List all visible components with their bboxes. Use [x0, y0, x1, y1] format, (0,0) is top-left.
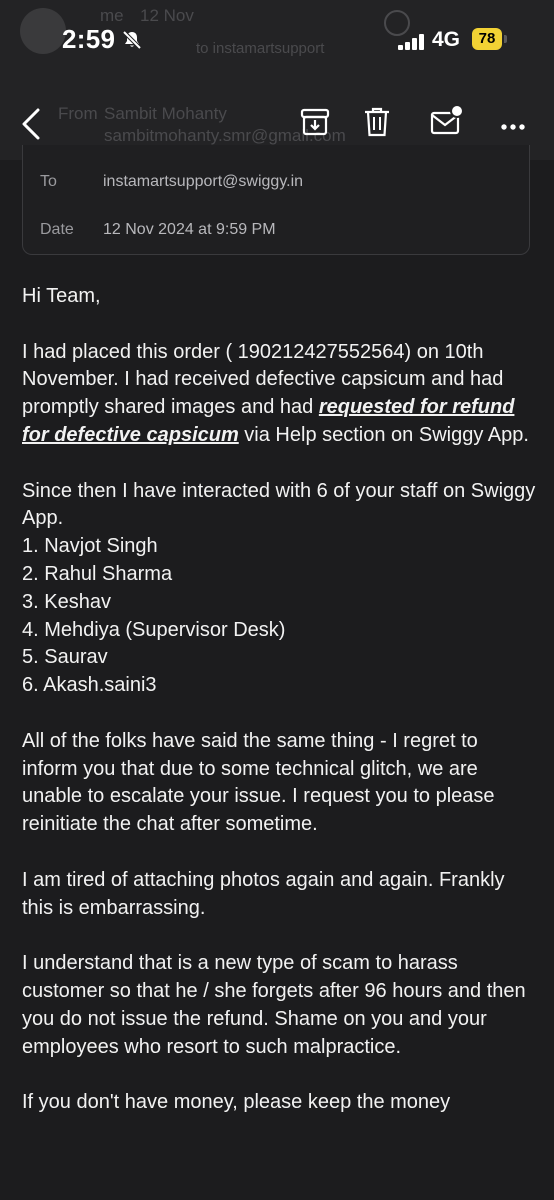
chevron-left-icon[interactable] — [20, 108, 42, 145]
battery-tip — [504, 35, 507, 43]
staff-item: 4. Mehdiya (Supervisor Desk) — [22, 618, 286, 641]
staff-intro: Since then I have interacted with 6 of y… — [22, 479, 536, 530]
staff-item: 1. Navjot Singh — [22, 535, 158, 558]
date-value: 12 Nov 2024 at 9:59 PM — [103, 221, 276, 238]
paragraph-money: If you don't have money, please keep the… — [22, 1091, 451, 1114]
status-bar: 2:59 4G 78 — [0, 0, 554, 80]
battery-level: 78 — [472, 28, 502, 50]
archive-icon[interactable] — [300, 108, 330, 141]
paragraph-order: I had placed this order ( 19021242755256… — [22, 339, 537, 450]
mail-body: Hi Team, I had placed this order ( 19021… — [22, 283, 537, 1145]
bell-slash-icon — [122, 30, 142, 55]
paragraph-responses: All of the folks have said the same thin… — [22, 729, 495, 836]
staff-item: 5. Saurav — [22, 646, 108, 669]
date-label: Date — [40, 221, 74, 238]
paragraph-order-end: via Help section on Swiggy App. — [238, 423, 529, 446]
staff-item: 2. Rahul Sharma — [22, 562, 173, 585]
paragraph-staff: Since then I have interacted with 6 of y… — [22, 478, 537, 700]
staff-item: 6. Akash.saini3 — [22, 674, 157, 697]
paragraph-tired: I am tired of attaching photos again and… — [22, 868, 505, 919]
status-time: 2:59 — [62, 24, 116, 54]
trash-icon[interactable] — [364, 107, 390, 142]
to-address[interactable]: instamartsupport@swiggy.in — [103, 173, 303, 191]
top-region: me 12 Nov to instamartsupport From Sambi… — [0, 0, 554, 160]
more-icon[interactable] — [500, 118, 526, 136]
staff-item: 3. Keshav — [22, 590, 111, 613]
mail-header-card: To instamartsupport@swiggy.in Date 12 No… — [22, 145, 530, 255]
mail-unread-icon[interactable] — [430, 104, 464, 141]
cellular-signal-icon — [398, 34, 426, 55]
greeting: Hi Team, — [22, 285, 101, 307]
to-label: To — [40, 173, 57, 190]
paragraph-scam: I understand that is a new type of scam … — [22, 952, 526, 1058]
network-type: 4G — [432, 28, 461, 51]
